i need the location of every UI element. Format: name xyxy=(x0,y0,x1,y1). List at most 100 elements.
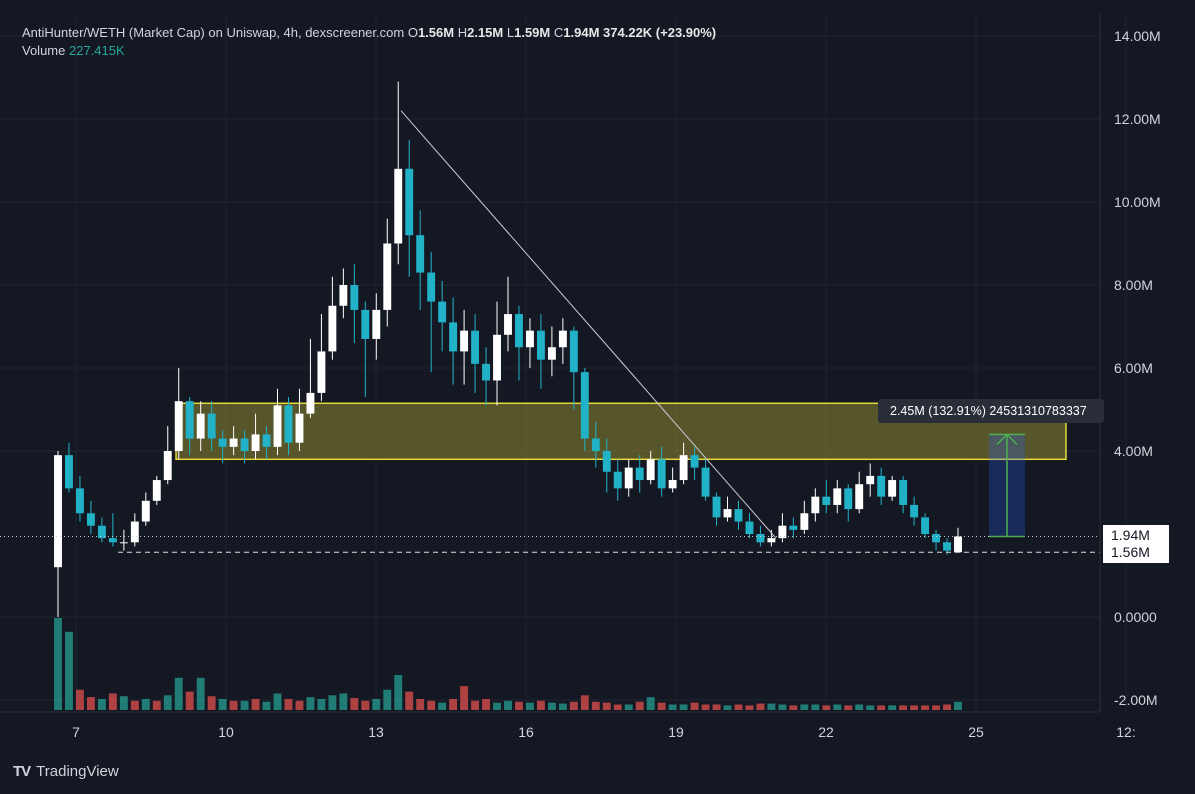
candle-body xyxy=(767,538,776,543)
volume-bar xyxy=(855,704,864,710)
volume-bar xyxy=(701,704,710,710)
volume-bar xyxy=(284,698,293,710)
volume-bar xyxy=(504,700,512,710)
volume-bar xyxy=(580,695,589,710)
candle-body xyxy=(635,467,644,481)
x-tick-label: 13 xyxy=(368,724,384,740)
candle-body xyxy=(130,521,139,543)
volume-bar xyxy=(438,702,447,710)
volume-bar xyxy=(888,705,897,710)
candle-body xyxy=(657,459,666,489)
volume-bar xyxy=(196,677,205,710)
y-tick-label: 6.00M xyxy=(1114,360,1153,376)
legend-close-label: C xyxy=(553,25,564,40)
x-tick-label: 25 xyxy=(968,724,984,740)
measure-label: 2.45M (132.91%) 24531310783337 xyxy=(878,399,1104,423)
candle-body xyxy=(602,451,611,472)
candle-body xyxy=(65,455,73,489)
volume-bar xyxy=(668,704,677,710)
candle-body xyxy=(547,347,556,360)
candle-body xyxy=(460,330,469,352)
volume-bar xyxy=(295,700,304,710)
candle-body xyxy=(921,517,930,534)
candle-body xyxy=(108,538,117,543)
candle-body xyxy=(679,455,688,481)
candle-body xyxy=(427,272,436,302)
candle-body xyxy=(844,488,853,510)
candle-body xyxy=(339,285,348,306)
x-tick-label: 22 xyxy=(818,724,834,740)
candle-body xyxy=(745,521,754,534)
candle-body xyxy=(86,513,95,526)
y-tick-label: -2.00M xyxy=(1114,692,1158,708)
candle-body xyxy=(504,314,512,335)
volume-bar xyxy=(350,698,359,710)
volume-bar xyxy=(899,705,908,710)
candle-body xyxy=(284,405,293,443)
volume-bar xyxy=(218,698,227,710)
x-tick-label: 10 xyxy=(218,724,234,740)
volume-bar xyxy=(745,705,754,710)
volume-bar xyxy=(339,693,348,710)
volume-bar xyxy=(800,704,809,710)
candle-body xyxy=(163,451,172,481)
candle-body xyxy=(306,392,315,414)
candle-body xyxy=(262,434,271,447)
candle-body xyxy=(416,235,425,273)
candle-body xyxy=(405,168,414,236)
candle-body xyxy=(152,480,161,501)
candle-body xyxy=(833,488,842,505)
volume-bar xyxy=(361,700,370,710)
volume-bar xyxy=(778,704,787,710)
candle-body xyxy=(954,536,962,553)
candle-body xyxy=(536,330,545,360)
volume-bar xyxy=(174,677,183,710)
volume-bar xyxy=(811,704,820,710)
volume-bar xyxy=(240,700,249,710)
candle-body xyxy=(251,434,260,451)
candle-body xyxy=(811,496,820,514)
volume-bar xyxy=(317,698,326,710)
volume-bar xyxy=(767,703,776,710)
legend-volume-value: 227.415K xyxy=(69,43,125,58)
y-tick-label: 8.00M xyxy=(1114,277,1153,293)
candlestick-chart[interactable]: 14.00M 12.00M 10.00M 8.00M 6.00M 4.00M 0.0000 -… xyxy=(0,0,1195,794)
candle-body xyxy=(372,309,381,339)
open-price-tag: 1.56M xyxy=(1103,542,1169,564)
candle-body xyxy=(141,500,150,522)
candle-body xyxy=(526,330,534,348)
volume-bar xyxy=(86,697,95,710)
legend-open-value: 1.56M xyxy=(417,25,455,40)
volume-bar xyxy=(54,618,62,710)
volume-bar xyxy=(119,696,128,710)
candle-body xyxy=(690,455,699,468)
volume-bar xyxy=(273,693,282,710)
candle-body xyxy=(899,480,908,505)
volume-bar xyxy=(251,698,260,710)
candle-body xyxy=(471,330,480,364)
volume-bar xyxy=(756,703,765,710)
candle-body xyxy=(877,475,886,497)
volume-bar xyxy=(789,705,798,710)
candle-body xyxy=(624,467,633,489)
volume-bar xyxy=(932,705,940,710)
volume-bar xyxy=(427,700,436,710)
volume-bar xyxy=(493,702,501,710)
volume-bar xyxy=(536,700,545,710)
volume-bar xyxy=(108,693,117,710)
candle-body xyxy=(350,285,359,310)
volume-bar xyxy=(591,701,600,710)
candle-body xyxy=(701,467,710,497)
candle-body xyxy=(734,509,743,522)
axes: 14.00M 12.00M 10.00M 8.00M 6.00M 4.00M 0.0000 -… xyxy=(0,14,1161,740)
volume-bar xyxy=(515,701,523,710)
volume-bar xyxy=(76,689,84,710)
candle-body xyxy=(317,351,326,393)
volume-bar xyxy=(833,704,842,710)
volume-bar xyxy=(328,695,337,710)
candle-body xyxy=(855,484,864,510)
tradingview-brand[interactable]: TV TradingView xyxy=(13,763,119,780)
volume-bar xyxy=(624,704,633,710)
volume-bar xyxy=(657,702,666,710)
volume-bar xyxy=(460,686,469,710)
